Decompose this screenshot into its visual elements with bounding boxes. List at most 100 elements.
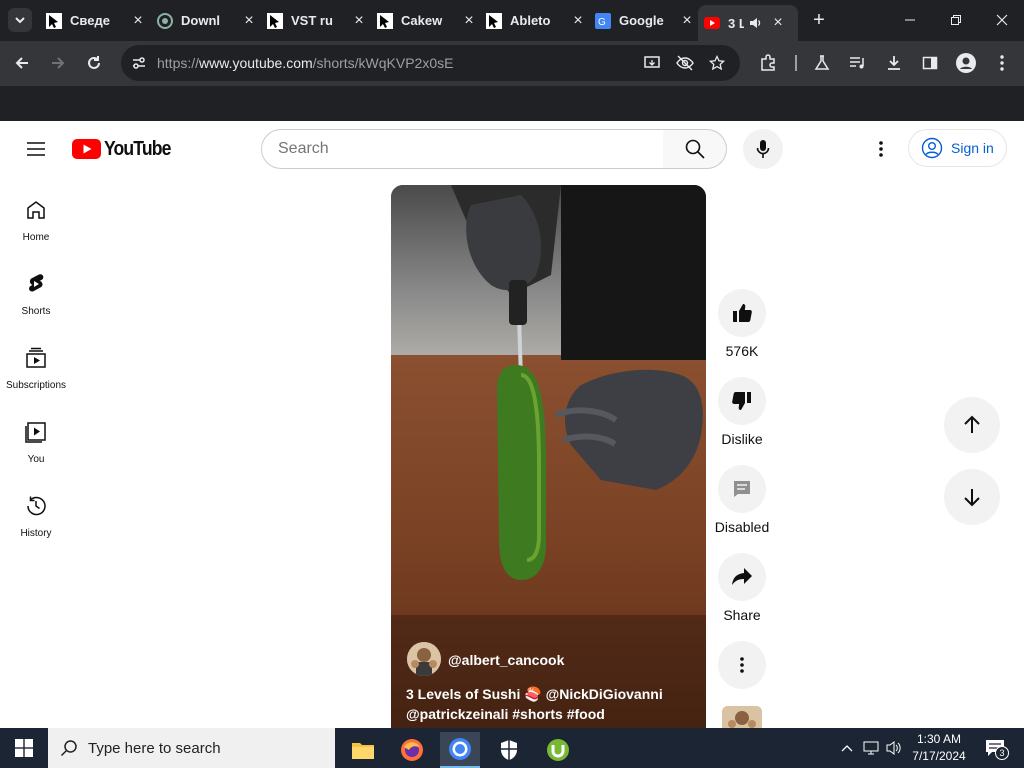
settings-menu-icon[interactable] [869, 137, 893, 161]
browser-tab[interactable]: Downl × [157, 6, 257, 35]
install-app-icon[interactable] [643, 53, 663, 73]
volume-icon[interactable] [884, 736, 904, 760]
nav-label: Shorts [21, 306, 51, 317]
browser-tab[interactable]: Ableto × [486, 6, 586, 35]
extensions-icon[interactable] [756, 51, 780, 75]
browser-tab[interactable]: Cakew × [377, 6, 477, 35]
tab-title: Google [619, 13, 664, 28]
network-status-icon[interactable] [861, 736, 881, 760]
folder-icon [352, 743, 374, 759]
hamburger-menu-icon[interactable] [24, 137, 48, 161]
show-hidden-icons-button[interactable] [838, 736, 856, 760]
previous-short-button[interactable] [944, 397, 1000, 453]
home-icon [27, 201, 45, 219]
nav-item-history[interactable]: History [0, 494, 72, 568]
minimize-button[interactable] [890, 0, 930, 40]
downloads-icon[interactable] [882, 51, 906, 75]
shorts-video-player[interactable]: @albert_cancook 3 Levels of Sushi 🍣 @Nic… [391, 185, 706, 728]
nav-label: History [20, 528, 52, 539]
download-site-icon [157, 12, 173, 29]
start-button[interactable] [0, 728, 48, 768]
browser-tab-strip: Сведе × Downl × VST ru × Cakew × Ableto … [0, 0, 1024, 41]
comments-disabled-label: Disabled [714, 519, 770, 535]
thumbs-up-icon [733, 304, 752, 322]
share-button[interactable] [718, 553, 766, 601]
chrome-taskbar-button[interactable] [440, 732, 480, 768]
media-control-icon[interactable] [846, 51, 870, 75]
close-icon[interactable]: × [241, 12, 257, 29]
nav-label: Subscriptions [5, 380, 67, 391]
close-icon[interactable]: × [461, 12, 477, 29]
more-options-button[interactable] [718, 641, 766, 689]
voice-search-button[interactable] [743, 129, 783, 169]
reload-button[interactable] [82, 51, 106, 75]
sound-thumbnail[interactable] [722, 706, 762, 728]
dislike-button[interactable] [718, 377, 766, 425]
browser-tab[interactable]: Сведе × [46, 6, 146, 35]
next-short-button[interactable] [944, 469, 1000, 525]
share-icon [732, 568, 752, 585]
side-panel-icon[interactable] [918, 51, 942, 75]
browser-tab-active[interactable]: 3 Le × [698, 5, 798, 41]
close-icon[interactable]: × [770, 14, 786, 31]
shorts-icon [29, 274, 44, 292]
taskbar-clock[interactable]: 1:30 AM 7/17/2024 [906, 731, 972, 765]
channel-handle[interactable]: @albert_cancook [448, 652, 564, 668]
tab-title: Downl [181, 13, 220, 28]
close-icon[interactable]: × [351, 12, 367, 29]
file-explorer-taskbar-button[interactable] [343, 732, 383, 768]
nav-item-subscriptions[interactable]: Subscriptions [0, 346, 72, 420]
sign-in-button[interactable]: Sign in [908, 129, 1007, 167]
restore-button[interactable] [936, 0, 976, 40]
bookmark-star-icon[interactable] [707, 53, 727, 73]
nav-item-shorts[interactable]: Shorts [0, 272, 72, 346]
windows-taskbar: Type here to search 1:30 AM 7/17/2024 3 [0, 728, 1024, 768]
utorrent-taskbar-button[interactable] [538, 732, 578, 768]
taskbar-search[interactable]: Type here to search [48, 728, 335, 768]
youtube-logo[interactable]: YouTube [72, 137, 180, 161]
site-info-icon[interactable] [129, 53, 149, 73]
svg-text:G: G [598, 17, 606, 28]
tab-title: VST ru [291, 13, 333, 28]
channel-avatar[interactable] [407, 642, 441, 676]
cursor-icon [267, 12, 283, 29]
google-translate-icon: G [595, 12, 611, 29]
browser-tab[interactable]: G Google × [595, 6, 695, 35]
back-button[interactable] [10, 51, 34, 75]
chrome-menu-icon[interactable] [990, 51, 1014, 75]
notification-center-button[interactable]: 3 [980, 734, 1010, 762]
forward-button[interactable] [46, 51, 70, 75]
search-input[interactable] [262, 130, 663, 168]
tracking-protection-eye-off-icon[interactable] [675, 53, 695, 73]
speaker-icon[interactable] [748, 16, 762, 30]
browser-tab[interactable]: VST ru × [267, 6, 367, 35]
chevron-down-icon [15, 17, 25, 24]
reload-icon [88, 56, 100, 69]
url-text[interactable]: https://www.youtube.com/shorts/kWqKVP2x0… [157, 55, 453, 71]
labs-flask-icon[interactable] [810, 51, 834, 75]
sign-in-label: Sign in [951, 140, 994, 156]
close-window-button[interactable] [982, 0, 1022, 40]
new-tab-button[interactable]: + [807, 8, 831, 32]
like-count: 576K [725, 343, 759, 359]
minimize-icon [905, 19, 915, 21]
like-button[interactable] [718, 289, 766, 337]
close-icon[interactable]: × [130, 12, 146, 29]
close-icon[interactable]: × [570, 12, 586, 29]
address-bar[interactable]: https://www.youtube.com/shorts/kWqKVP2x0… [121, 45, 740, 81]
nav-item-home[interactable]: Home [0, 198, 72, 272]
youtube-play-icon [72, 139, 101, 159]
close-icon[interactable]: × [679, 12, 695, 29]
firefox-taskbar-button[interactable] [392, 732, 432, 768]
account-circle-icon [921, 137, 943, 159]
short-title-line2[interactable]: @patrickzeinali #shorts #food [406, 706, 605, 722]
more-vertical-icon [740, 657, 744, 673]
short-title-line1[interactable]: 3 Levels of Sushi 🍣 @NickDiGiovanni [406, 686, 663, 703]
nav-item-you[interactable]: You [0, 420, 72, 494]
search-button[interactable] [663, 129, 727, 169]
tab-search-button[interactable] [8, 8, 32, 32]
security-taskbar-button[interactable] [489, 732, 529, 768]
arrow-up-icon [964, 415, 980, 433]
profile-avatar-icon[interactable] [954, 51, 978, 75]
comments-button[interactable] [718, 465, 766, 513]
